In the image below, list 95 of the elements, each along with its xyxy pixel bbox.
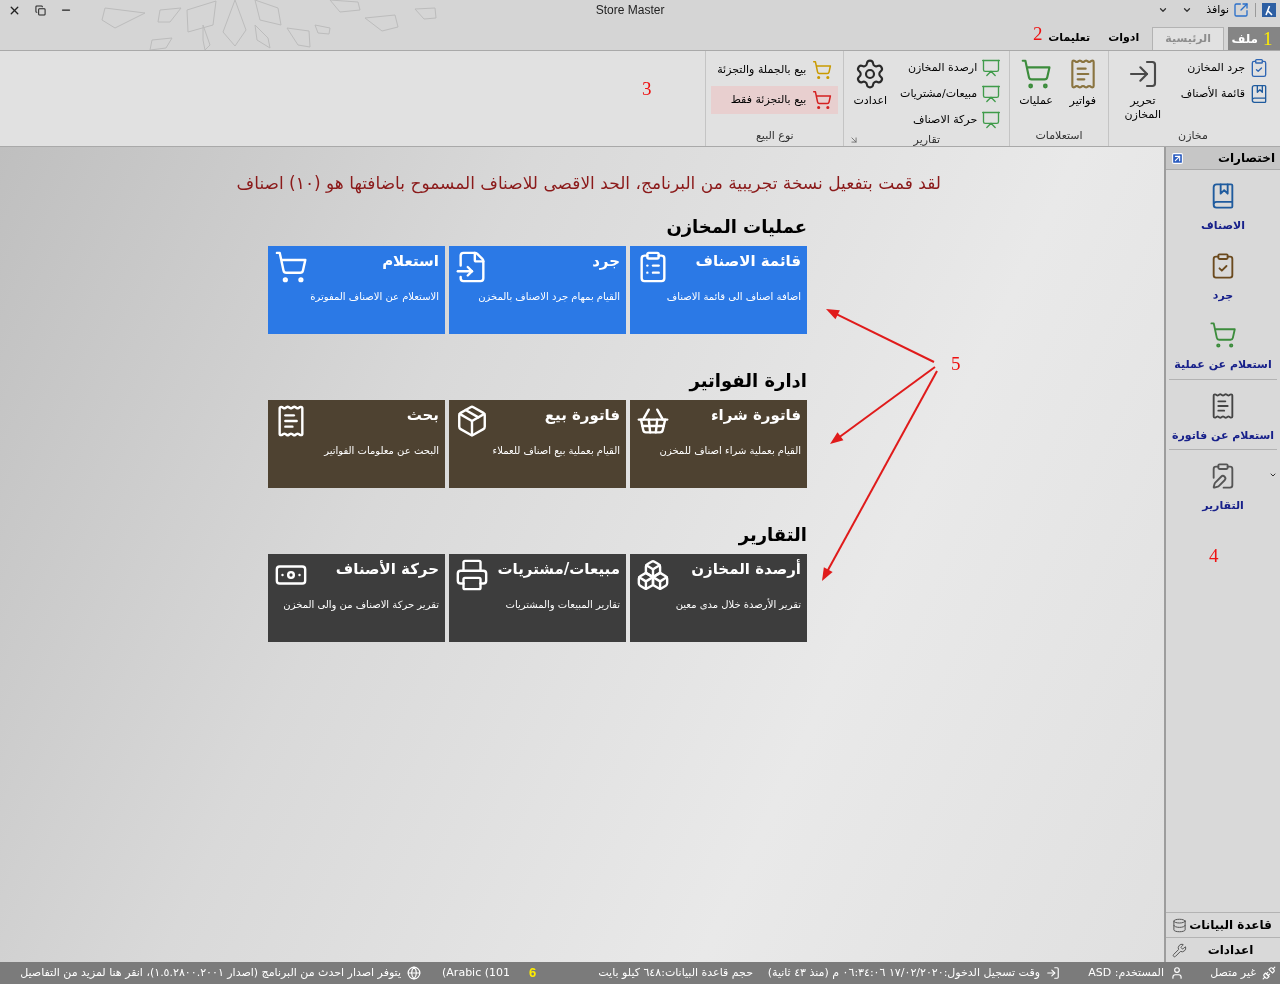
trial-notice: لقد قمت بتفعيل نسخة تجريبية من البرنامج، الحد الاقصى للاصناف المسموح باضافتها هو (١٠) اصناف [236,173,941,193]
ribbon-button[interactable]: حركة الاصناف [897,108,1005,132]
annotation-number: 3 [642,79,652,98]
annotation-number: 2 [1033,24,1043,43]
customize-menu-icon[interactable] [1158,5,1169,15]
package-icon [455,404,489,438]
cart-icon [812,90,833,110]
shortcut-tile[interactable]: استعلام الاستعلام عن الاصناف المفوترة [268,246,445,334]
tile-description: تقارير المبيعات والمشتريات [504,598,620,611]
shortcut-item[interactable]: استعلام عن عملية [1169,309,1277,379]
shortcut-item[interactable]: جرد [1169,239,1277,309]
tile-description: البحث عن معلومات الفواتير [322,444,439,457]
shortcut-item[interactable]: استعلام عن فاتورة [1169,379,1277,449]
ribbon-large-button[interactable]: اعدادت [849,56,892,108]
tile-title: قائمة الاصناف [695,251,801,272]
shortcut-item[interactable]: الاصناف [1169,170,1277,240]
shortcut-tile[interactable]: مبيعات/مشتريات تقارير المبيعات والمشتريات [449,554,626,642]
chart-board-icon [981,58,1002,78]
group-label: نوع البيع [754,127,795,144]
door-arrow-icon [1046,966,1060,980]
tile-description: تقرير حركة الاصناف من والى المخزن [282,598,439,611]
ribbon-tab[interactable]: ادوات [1105,27,1143,50]
wrench-icon [1172,942,1187,958]
sidebar-title: اختصارات [1217,150,1275,167]
section-heading: التقارير [737,524,807,546]
cart-icon [274,250,308,284]
window-arrow-icon [1233,2,1249,18]
chart-board-icon [981,84,1002,104]
sidebar-footer-button[interactable]: قاعدة البيانات [1166,912,1280,937]
section-heading: ادارة الفواتير [687,370,807,392]
ribbon-large-button[interactable]: عمليات [1015,56,1057,108]
ribbon-tab[interactable]: تعليمات [1045,27,1094,50]
shortcut-tile[interactable]: بحث البحث عن معلومات الفواتير [268,400,445,488]
dialog-launcher-icon[interactable] [849,135,860,146]
ribbon-button[interactable]: مبيعات/مشتريات [897,82,1005,106]
printer-icon [455,558,489,592]
chart-board-icon [981,110,1002,130]
shortcut-tile[interactable]: جرد القيام بمهام جرد الاصناف بالمخزن [449,246,626,334]
annotation-number: 4 [1209,546,1219,565]
window-title: Store Master [595,2,665,19]
user-icon [1170,966,1184,980]
status-text: غير متصل [1210,964,1256,981]
cart-icon [812,60,833,80]
ribbon-button[interactable]: ارصدة المخازن [897,56,1005,80]
cart-icon [1209,321,1237,349]
tile-title: أرصدة المخازن [691,558,801,580]
unplug-icon [1262,966,1276,980]
tile-description: القيام بعملية شراء اصناف للمخزن [658,444,801,457]
restore-icon[interactable] [35,4,46,16]
tile-description: اضافة اصناف الى قائمة الاصناف [665,290,801,303]
ribbon-button[interactable]: قائمة الأصناف [1177,82,1272,106]
boxes-icon [636,558,670,592]
status-text: المستخدم: ASD [1088,964,1164,981]
tile-title: جرد [592,251,620,272]
database-icon [1172,917,1187,933]
status-text: حجم قاعدة البيانات:٦٤٨ كيلو بايت [598,964,753,981]
shortcut-item[interactable]: التقارير [1169,450,1277,520]
status-text: وقت تسجيل الدخول:١٧/٠٢/٢٠٢٠ ٠٦:٣٤:٠٦ م (منذ ٤٣ ثانية) [767,964,1040,981]
caret-icon [1182,5,1193,15]
shortcut-tile[interactable]: أرصدة المخازن تقرير الأرصدة خلال مدى معين [630,554,807,642]
shortcut-tile[interactable]: حركة الأصناف تقرير حركة الاصناف من والى المخزن [268,554,445,642]
group-label: مخازن [1177,127,1209,144]
book-icon [1249,84,1269,104]
cart-icon [1020,58,1053,90]
shortcut-tile[interactable]: فاتورة شراء القيام بعملية شراء اصناف للمخزن [630,400,807,488]
ribbon-button[interactable]: جرد المخازن [1177,56,1272,80]
tile-title: فاتورة بيع [544,405,620,426]
tile-description: القيام بعملية بيع اصناف للعملاء [491,444,620,457]
sale-type-option[interactable]: بيع بالجملة والتجزئة [711,56,839,84]
clipboard-check-icon [1249,58,1269,78]
annotation-number: 5 [951,354,961,373]
sale-type-option[interactable]: بيع بالتجزئة فقط [711,86,839,114]
group-label: استعلامات [1034,127,1084,144]
ribbon-large-button[interactable]: تحرير المخازن [1113,56,1172,122]
app-logo-icon[interactable] [1262,3,1276,17]
ribbon-large-button[interactable]: فواتير [1062,56,1103,108]
annotation-number: 1 [1263,29,1273,48]
shortcut-tile[interactable]: قائمة الاصناف اضافة اصناف الى قائمة الاصناف [630,246,807,334]
globe-icon [407,966,421,980]
shortcut-tile[interactable]: فاتورة بيع القيام بعملية بيع اصناف للعملاء [449,400,626,488]
tile-description: القيام بمهام جرد الاصناف بالمخزن [477,290,620,303]
tile-description: تقرير الأرصدة خلال مدى معين [674,598,801,611]
tile-title: بحث [406,405,439,426]
tile-title: فاتورة شراء [710,405,801,426]
tile-title: حركة الأصناف [335,559,439,580]
tile-title: مبيعات/مشتريات [497,559,620,580]
annotation-number: 6 [529,966,537,979]
update-link[interactable]: يتوفر اصدار احدث من البرنامج (اصدار ١.٥.٢٨٠٠.٢٠٠١)، انقر هنا لمزيد من التفاصيل [20,964,401,982]
tile-description: الاستعلام عن الاصناف المفوترة [309,290,439,303]
tile-title: استعلام [382,251,439,272]
section-heading: عمليات المخازن [665,216,807,238]
group-label: تقارير [912,132,942,148]
status-text: (Arabic (101 [442,964,510,981]
windows-menu-button[interactable]: نوافذ [1182,1,1249,19]
caret-icon[interactable] [1269,471,1277,479]
